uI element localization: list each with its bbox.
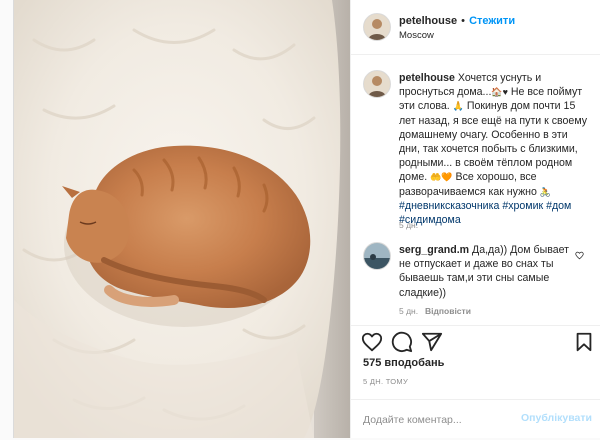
author-username[interactable]: petelhouse (399, 15, 457, 27)
author-avatar[interactable] (363, 13, 391, 41)
comment-age[interactable]: 5 дн. (399, 306, 418, 316)
bookmark-icon[interactable] (573, 331, 595, 353)
comment-like-icon[interactable] (575, 251, 584, 260)
comments-list: petelhouse Хочется уснуть и проснуться д… (351, 55, 600, 325)
post-actions: 575 вподобань 5 ДН. ТОМУ Опублікувати (351, 325, 600, 439)
post-location[interactable]: Moscow (399, 30, 434, 41)
post-time[interactable]: 5 ДН. ТОМУ (363, 377, 408, 386)
caption-username[interactable]: petelhouse (399, 72, 455, 84)
reply-button[interactable]: Відповісти (425, 306, 471, 316)
sleeping-cat-image (14, 0, 350, 438)
hashtag-link[interactable]: #дневниксказочника (399, 200, 499, 212)
post-header: petelhouse • Стежити Moscow (351, 0, 600, 55)
commenter-avatar[interactable] (363, 242, 391, 270)
commenter-username[interactable]: serg_grand.m (399, 244, 469, 256)
heart-icon[interactable] (361, 331, 383, 353)
praying-hands-emoji-icon: 🙏 (452, 101, 464, 112)
comment-icon[interactable] (391, 331, 413, 353)
separator-dot: • (461, 15, 465, 27)
caption-text: petelhouse Хочется уснуть и проснуться д… (399, 72, 588, 227)
follow-button[interactable]: Стежити (469, 15, 515, 27)
post-photo[interactable] (14, 0, 350, 438)
hearts-emoji-icon: 🤲🧡 (430, 172, 453, 183)
post-comment-button[interactable]: Опублікувати (521, 412, 592, 424)
share-icon[interactable] (421, 331, 443, 353)
hashtag-link[interactable]: #хромик (502, 200, 543, 212)
comment-input[interactable] (363, 412, 513, 428)
post-side-panel: petelhouse • Стежити Moscow petelhouse Х… (350, 0, 600, 438)
bike-emoji-icon: 🚴 (539, 186, 552, 197)
caption-avatar[interactable] (363, 70, 391, 98)
likes-count[interactable]: 575 вподобань (363, 357, 444, 369)
comment-text: serg_grand.m Да,да)) Дом бывает не отпус… (399, 244, 569, 299)
hashtag-link[interactable]: #дом (546, 200, 571, 212)
post-dialog: petelhouse • Стежити Moscow petelhouse Х… (13, 0, 600, 438)
add-comment-bar: Опублікувати (351, 399, 600, 440)
house-emoji-icon: 🏠♥ (491, 87, 508, 98)
caption-age[interactable]: 5 дн. (399, 220, 418, 230)
